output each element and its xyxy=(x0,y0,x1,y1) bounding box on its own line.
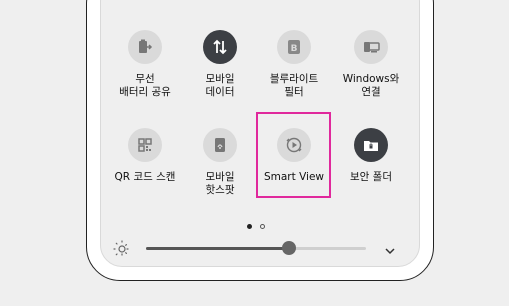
tile-mobile-hotspot[interactable]: 모바일 핫스팟 xyxy=(180,128,260,197)
blue-light-filter-icon: B xyxy=(277,30,311,64)
tile-mobile-data[interactable]: 모바일 데이터 xyxy=(180,30,260,99)
secure-folder-icon xyxy=(354,128,388,162)
link-to-windows-icon xyxy=(354,30,388,64)
page-indicator-inactive[interactable] xyxy=(260,224,265,229)
tile-label: 블루라이트 필터 xyxy=(269,73,319,98)
tile-label: 모바일 데이터 xyxy=(205,73,235,98)
brightness-slider-fill xyxy=(146,247,289,250)
tile-secure-folder[interactable]: 보안 폴더 xyxy=(331,128,411,184)
tile-label: 무선 배터리 공유 xyxy=(119,73,171,98)
qr-code-icon xyxy=(128,128,162,162)
tile-label: 보안 폴더 xyxy=(350,171,392,183)
brightness-slider-thumb[interactable] xyxy=(282,241,296,255)
page-indicator-active xyxy=(247,224,252,229)
smart-view-highlight-box xyxy=(256,112,331,198)
tile-label: Windows와 연결 xyxy=(342,73,400,98)
brightness-sun-icon xyxy=(113,240,131,258)
brightness-slider[interactable] xyxy=(146,241,366,255)
tile-label: 모바일 핫스팟 xyxy=(205,171,235,196)
mobile-data-icon xyxy=(203,30,237,64)
tile-qr-code-scan[interactable]: QR 코드 스캔 xyxy=(105,128,185,184)
chevron-down-icon[interactable] xyxy=(384,242,396,255)
tile-link-to-windows[interactable]: Windows와 연결 xyxy=(331,30,411,99)
battery-share-icon xyxy=(128,30,162,64)
tile-label: QR 코드 스캔 xyxy=(114,171,176,183)
tile-wireless-battery-share[interactable]: 무선 배터리 공유 xyxy=(105,30,185,99)
mobile-hotspot-icon xyxy=(203,128,237,162)
svg-text:B: B xyxy=(291,44,298,54)
tile-blue-light-filter[interactable]: B 블루라이트 필터 xyxy=(254,30,334,99)
